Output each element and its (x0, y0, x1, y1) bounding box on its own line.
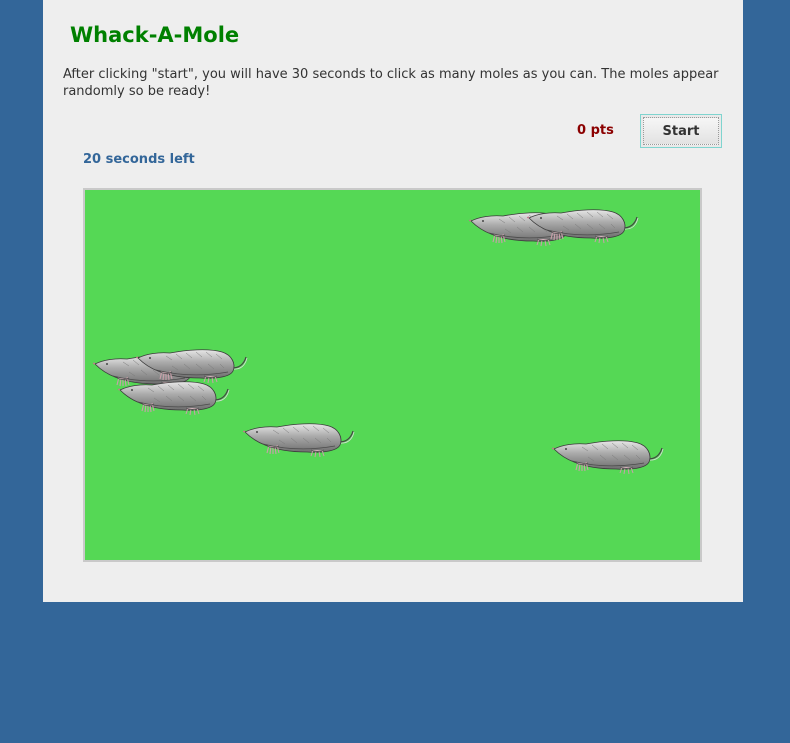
mole-icon[interactable] (527, 204, 641, 248)
page-title: Whack-A-Mole (70, 23, 240, 47)
mole-field (83, 188, 702, 562)
score-label: 0 pts (577, 123, 614, 138)
start-button[interactable]: Start (640, 114, 722, 148)
start-button-label: Start (662, 123, 700, 139)
mole-icon[interactable] (243, 418, 357, 462)
game-panel: Whack-A-Mole After clicking "start", you… (43, 0, 743, 602)
timer-label: 20 seconds left (83, 152, 195, 167)
mole-icon[interactable] (136, 344, 250, 388)
instructions-text: After clicking "start", you will have 30… (63, 67, 719, 99)
mole-icon[interactable] (552, 435, 666, 479)
